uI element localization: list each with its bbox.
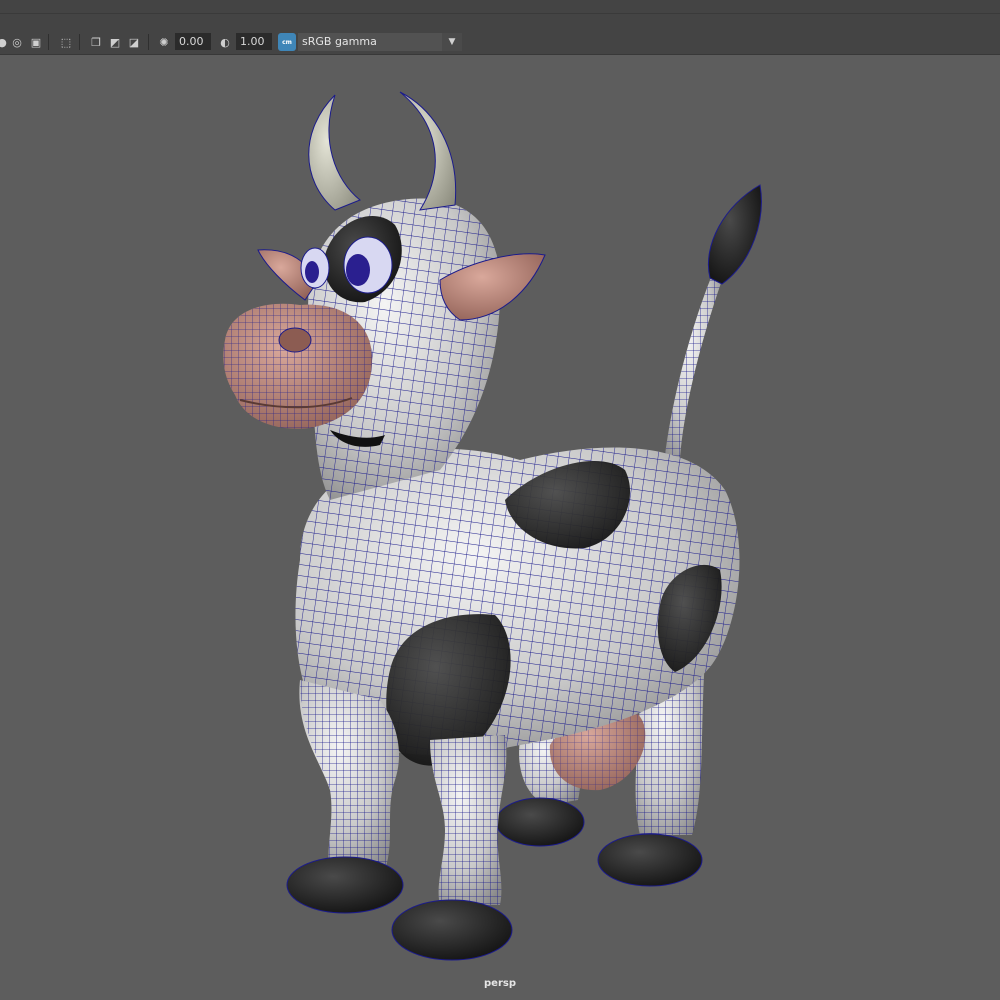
select-icon[interactable]: ⬚ [58,32,74,52]
gamma-field[interactable]: 1.00 [236,33,272,50]
view-transform-select[interactable]: sRGB gamma ▼ [298,33,462,51]
wireframe-icon[interactable]: ◩ [107,32,123,52]
head [223,91,546,500]
cow-model [223,91,762,961]
toolbar-divider [48,34,49,50]
toolbar-row: ● ◎ ▣ ⬚ ❐ ◩ ◪ ✺ 0.00 ◐ 1.00 cm sRGB gamm… [0,32,470,52]
color-management-badge: cm [282,38,292,46]
toggle-icon[interactable]: ◪ [126,32,142,52]
gamma-icon[interactable]: ◐ [217,32,233,52]
tail [665,184,762,458]
toolbar-divider [148,34,149,50]
exposure-icon[interactable]: ✺ [156,32,172,52]
view-transform-value: sRGB gamma [302,35,377,48]
exposure-field[interactable]: 0.00 [175,33,211,50]
camera-label: persp [484,978,516,989]
xray-icon[interactable]: ❐ [88,32,104,52]
3d-viewport[interactable] [0,55,1000,1000]
grid-icon[interactable]: ▣ [28,32,44,52]
color-management-icon[interactable]: cm [278,33,296,51]
dropdown-arrow-icon[interactable]: ▼ [442,33,462,51]
viewport-toolbar: ● ◎ ▣ ⬚ ❐ ◩ ◪ ✺ 0.00 ◐ 1.00 cm sRGB gamm… [0,14,1000,55]
isolate-icon[interactable]: ◎ [9,32,25,52]
toolbar-divider [79,34,80,50]
menu-bar [0,0,1000,14]
